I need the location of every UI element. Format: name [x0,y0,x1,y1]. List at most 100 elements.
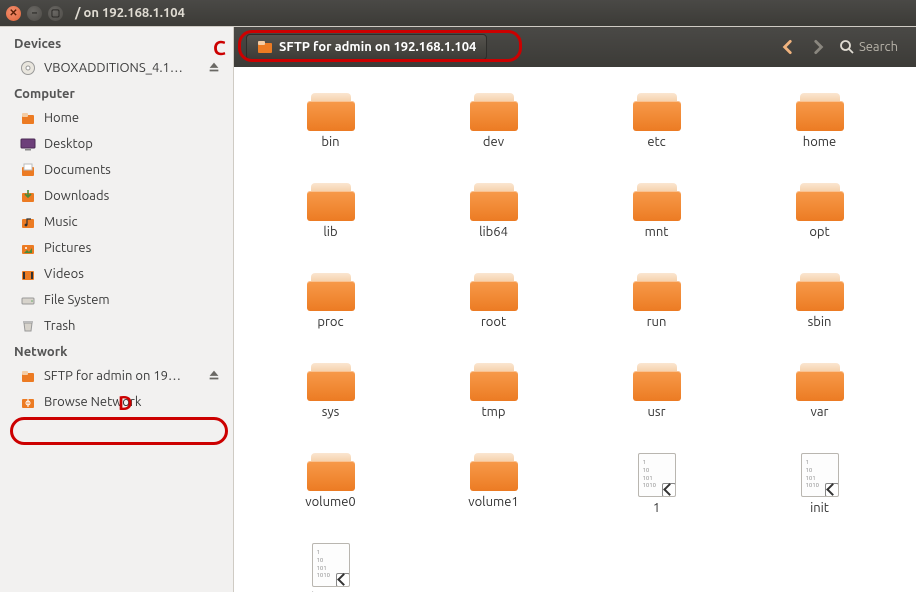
sidebar-item-label: Desktop [44,137,223,151]
file-label: volume1 [468,495,518,509]
file-label: mnt [645,225,669,239]
sidebar-item-home[interactable]: Home [0,105,233,131]
sidebar-item-drive[interactable]: File System [0,287,233,313]
file-item[interactable]: 1101011010 1 [607,451,707,539]
path-label: SFTP for admin on 192.168.1.104 [279,40,476,54]
videos-icon [20,266,36,282]
sidebar-item-pictures[interactable]: Pictures [0,235,233,261]
folder-item[interactable]: var [770,361,870,449]
location-toolbar: SFTP for admin on 192.168.1.104 Search [234,27,916,67]
folder-item[interactable]: sys [281,361,381,449]
home-icon [20,110,36,126]
file-label: home [803,135,836,149]
sidebar-item-label: Documents [44,163,223,177]
remote-folder-icon [257,39,273,55]
folder-item[interactable]: root [444,271,544,359]
folder-item[interactable]: bin [281,91,381,179]
eject-button[interactable] [207,60,223,76]
file-label: sbin [808,315,832,329]
documents-icon [20,162,36,178]
sidebar-item-disc[interactable]: VBOXADDITIONS_4.1… [0,55,233,81]
folder-item[interactable]: etc [607,91,707,179]
folder-item[interactable]: volume1 [444,451,544,539]
sidebar-item-desktop[interactable]: Desktop [0,131,233,157]
textfile-link-icon: 1101011010 [638,453,676,497]
file-label: proc [317,315,343,329]
folder-item[interactable]: dev [444,91,544,179]
file-pane: SFTP for admin on 192.168.1.104 Search C… [234,27,916,592]
sidebar-header-network: Network [0,339,233,363]
folder-icon [470,183,518,221]
folder-item[interactable]: home [770,91,870,179]
folder-item[interactable]: mnt [607,181,707,269]
sidebar-item-label: Pictures [44,241,223,255]
folder-icon [633,183,681,221]
folder-icon [307,273,355,311]
file-label: root [481,315,506,329]
sidebar-item-network[interactable]: Browse Network [0,389,233,415]
title-bar: ✕ – ▢ / on 192.168.1.104 [0,0,916,26]
icon-view[interactable]: bin dev etc home lib lib64 mnt opt proc root run sb… [234,67,916,592]
folder-icon [633,273,681,311]
folder-item[interactable]: sbin [770,271,870,359]
folder-item[interactable]: tmp [444,361,544,449]
sidebar-item-remote[interactable]: SFTP for admin on 19… [0,363,233,389]
folder-item[interactable]: volume0 [281,451,381,539]
file-label: dev [483,135,504,149]
folder-item[interactable]: usr [607,361,707,449]
folder-item[interactable]: proc [281,271,381,359]
close-button[interactable]: ✕ [6,6,21,21]
folder-icon [307,93,355,131]
maximize-button[interactable]: ▢ [48,6,63,21]
folder-icon [633,93,681,131]
eject-button[interactable] [207,368,223,384]
file-label: init [810,501,829,515]
file-label: volume0 [305,495,355,509]
folder-icon [307,183,355,221]
sidebar-item-label: SFTP for admin on 19… [44,369,199,383]
main-content: Devices VBOXADDITIONS_4.1… Computer Home… [0,26,916,592]
nav-back-button[interactable] [773,34,803,60]
folder-icon [307,363,355,401]
textfile-link-icon: 1101011010 [801,453,839,497]
file-label: opt [809,225,829,239]
folder-item[interactable]: opt [770,181,870,269]
sidebar-item-label: Home [44,111,223,125]
folder-item[interactable]: lib64 [444,181,544,269]
drive-icon [20,292,36,308]
sidebar-header-devices: Devices [0,31,233,55]
sidebar-item-label: Trash [44,319,223,333]
folder-icon [470,363,518,401]
search-button[interactable]: Search [833,35,904,59]
music-icon [20,214,36,230]
file-item[interactable]: 1101011010 init [770,451,870,539]
folder-icon [633,363,681,401]
sidebar-item-documents[interactable]: Documents [0,157,233,183]
folder-item[interactable]: run [607,271,707,359]
nav-forward-button[interactable] [803,34,833,60]
file-label: 1 [653,501,660,515]
file-label: lib64 [479,225,508,239]
trash-icon [20,318,36,334]
file-item[interactable]: 1101011010linuxrc [281,541,381,592]
sidebar-item-label: Videos [44,267,223,281]
pictures-icon [20,240,36,256]
sidebar-item-label: File System [44,293,223,307]
folder-icon [307,453,355,491]
disc-icon [20,60,36,76]
sidebar-item-videos[interactable]: Videos [0,261,233,287]
sidebar-item-label: Music [44,215,223,229]
folder-icon [796,363,844,401]
file-label: lib [323,225,337,239]
sidebar-item-downloads[interactable]: Downloads [0,183,233,209]
folder-icon [796,273,844,311]
sidebar-item-trash[interactable]: Trash [0,313,233,339]
sidebar: Devices VBOXADDITIONS_4.1… Computer Home… [0,27,234,592]
desktop-icon [20,136,36,152]
sidebar-item-label: VBOXADDITIONS_4.1… [44,61,199,75]
minimize-button[interactable]: – [27,6,42,21]
path-breadcrumb[interactable]: SFTP for admin on 192.168.1.104 [246,34,487,60]
folder-item[interactable]: lib [281,181,381,269]
sidebar-item-label: Downloads [44,189,223,203]
sidebar-item-music[interactable]: Music [0,209,233,235]
